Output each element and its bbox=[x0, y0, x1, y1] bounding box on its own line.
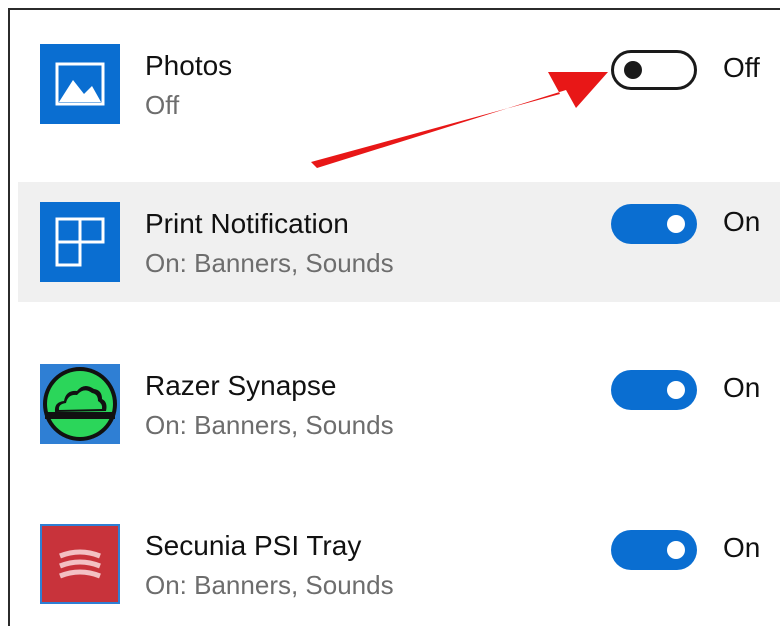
app-status: On: Banners, Sounds bbox=[145, 570, 394, 600]
app-row-secunia-psi-tray[interactable]: Secunia PSI Tray On: Banners, Sounds On bbox=[18, 490, 780, 610]
print-notification-toggle-switch[interactable] bbox=[611, 204, 697, 244]
app-name: Photos bbox=[145, 50, 233, 81]
secunia-psi-tray-toggle-switch[interactable] bbox=[611, 530, 697, 570]
toggle-state-label: Off bbox=[723, 52, 760, 83]
photos-toggle-switch[interactable] bbox=[611, 50, 697, 90]
app-row-photos[interactable]: Photos Off Off bbox=[18, 10, 780, 130]
toggle-knob bbox=[667, 381, 685, 399]
app-status: On: Banners, Sounds bbox=[145, 248, 394, 278]
app-name: Secunia PSI Tray bbox=[145, 530, 362, 561]
toggle-knob bbox=[667, 541, 685, 559]
photos-icon bbox=[40, 44, 120, 124]
print-notification-icon bbox=[40, 202, 120, 282]
app-name: Print Notification bbox=[145, 208, 349, 239]
toggle-state-label: On bbox=[723, 372, 761, 403]
toggle-knob bbox=[624, 61, 642, 79]
toggle-knob bbox=[667, 215, 685, 233]
app-row-print-notification[interactable]: Print Notification On: Banners, Sounds O… bbox=[18, 182, 780, 302]
razer-synapse-toggle-switch[interactable] bbox=[611, 370, 697, 410]
razer-cloud-icon bbox=[40, 364, 120, 444]
app-row-razer-synapse[interactable]: Razer Synapse On: Banners, Sounds On bbox=[18, 330, 780, 450]
toggle-state-label: On bbox=[723, 206, 761, 237]
secunia-icon bbox=[40, 524, 120, 604]
app-name: Razer Synapse bbox=[145, 370, 337, 401]
app-status: On: Banners, Sounds bbox=[145, 410, 394, 440]
app-status: Off bbox=[145, 90, 180, 120]
toggle-state-label: On bbox=[723, 532, 761, 563]
